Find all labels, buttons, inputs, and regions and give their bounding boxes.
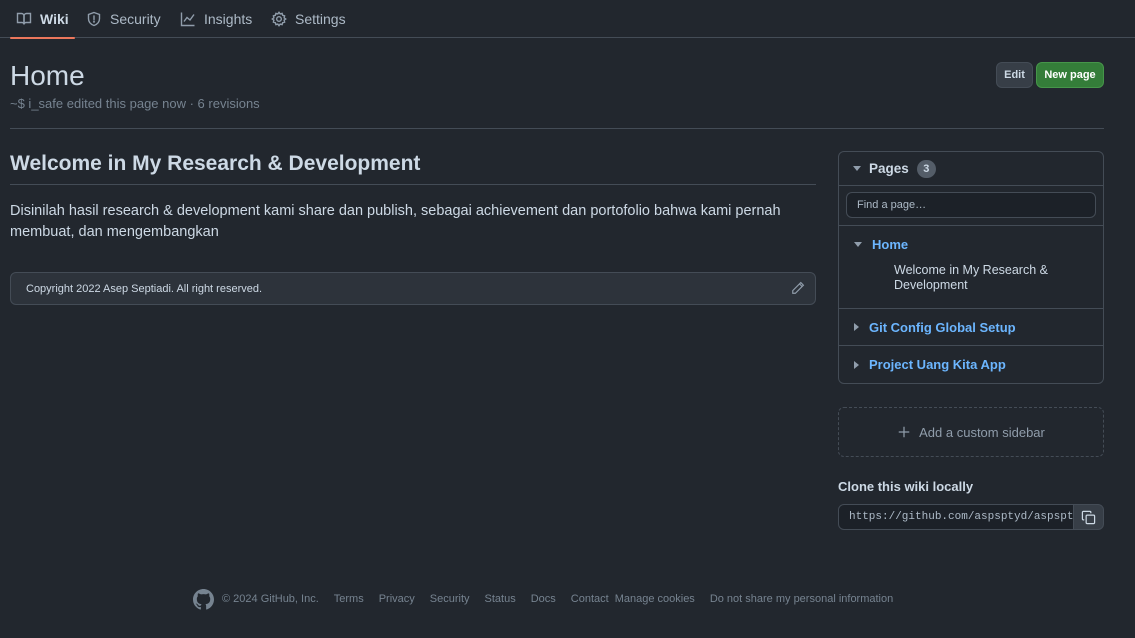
- footer-link-manage-cookies[interactable]: Manage cookies: [615, 593, 695, 605]
- chevron-down-icon[interactable]: [854, 242, 862, 247]
- wiki-footer: Copyright 2022 Asep Septiadi. All right …: [10, 272, 816, 305]
- clone-url-input[interactable]: [838, 504, 1074, 530]
- header-divider: [10, 128, 1104, 129]
- page-title: Home: [10, 60, 85, 91]
- page-revision-meta: ~$ i_safe edited this page now · 6 revis…: [10, 96, 260, 111]
- copy-icon: [1081, 510, 1096, 525]
- pages-label: Pages: [869, 161, 909, 176]
- pages-header[interactable]: Pages 3: [839, 152, 1103, 186]
- tab-security[interactable]: Security: [86, 0, 161, 38]
- footer-link-status[interactable]: Status: [485, 593, 516, 605]
- footer-link-security[interactable]: Security: [430, 593, 470, 605]
- graph-icon: [180, 11, 196, 27]
- tab-label: Security: [110, 11, 161, 27]
- footer-link-docs[interactable]: Docs: [531, 593, 556, 605]
- chevron-down-icon: [853, 166, 861, 171]
- footer-link-privacy[interactable]: Privacy: [379, 593, 415, 605]
- tab-label: Wiki: [40, 11, 69, 27]
- find-page-input[interactable]: [846, 192, 1096, 218]
- github-logo-icon[interactable]: [193, 588, 214, 610]
- sidebar-subitem[interactable]: Welcome in My Research & Development: [839, 263, 1103, 309]
- plus-icon: [897, 425, 911, 439]
- book-icon: [16, 11, 32, 27]
- add-custom-sidebar-button[interactable]: Add a custom sidebar: [838, 407, 1104, 457]
- tab-label: Insights: [204, 11, 253, 27]
- footer-link-contact[interactable]: Contact: [571, 593, 609, 605]
- copy-button[interactable]: [1073, 504, 1104, 530]
- page-link[interactable]: Home: [872, 237, 908, 252]
- shield-icon: [86, 11, 102, 27]
- footer-copyright: © 2024 GitHub, Inc.: [222, 593, 319, 605]
- chevron-right-icon[interactable]: [854, 360, 859, 369]
- chevron-right-icon[interactable]: [854, 323, 859, 331]
- sidebar-page-home[interactable]: Home: [839, 226, 1103, 263]
- tab-insights[interactable]: Insights: [180, 0, 252, 38]
- pages-count-badge: 3: [916, 159, 936, 178]
- content-heading: Welcome in My Research & Development: [10, 152, 816, 185]
- new-page-button[interactable]: New page: [1036, 62, 1104, 88]
- footer-link-do-not-share[interactable]: Do not share my personal information: [710, 593, 893, 605]
- repo-nav: Wiki Security Insights Settings: [0, 0, 1135, 39]
- tab-wiki[interactable]: Wiki: [10, 0, 75, 39]
- page-link[interactable]: Git Config Global Setup: [869, 320, 1016, 335]
- sidebar-page-git-config[interactable]: Git Config Global Setup: [839, 309, 1103, 346]
- clone-title: Clone this wiki locally: [838, 479, 974, 494]
- footer-link-terms[interactable]: Terms: [334, 593, 364, 605]
- pencil-icon[interactable]: [791, 281, 805, 295]
- sidebar-page-uang-kita[interactable]: Project Uang Kita App: [839, 346, 1103, 383]
- tab-label: Settings: [295, 11, 346, 27]
- page-link[interactable]: Project Uang Kita App: [869, 357, 1006, 372]
- page-search: [839, 186, 1103, 226]
- tab-settings[interactable]: Settings: [271, 0, 346, 38]
- edit-button[interactable]: Edit: [996, 62, 1033, 88]
- add-sidebar-label: Add a custom sidebar: [919, 424, 1045, 440]
- site-footer: © 2024 GitHub, Inc. Terms Privacy Securi…: [193, 588, 908, 610]
- pages-panel: Pages 3 Home Welcome in My Research & De…: [838, 151, 1104, 384]
- wiki-footer-text: Copyright 2022 Asep Septiadi. All right …: [26, 282, 263, 295]
- gear-icon: [271, 11, 287, 27]
- content-paragraph: Disinilah hasil research & development k…: [10, 203, 781, 240]
